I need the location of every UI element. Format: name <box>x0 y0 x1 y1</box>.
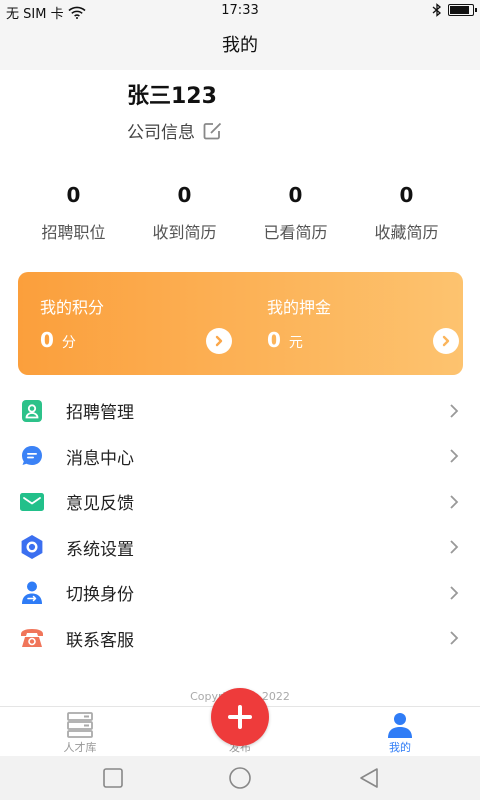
stat-value: 0 <box>177 183 192 207</box>
stat-label: 已看简历 <box>263 223 328 242</box>
menu-label: 意见反馈 <box>66 494 134 515</box>
recruit-icon <box>19 398 45 424</box>
tab-label: 人才库 <box>63 741 97 754</box>
chevron-right-icon <box>442 335 450 347</box>
deposit-unit: 元 <box>288 335 303 351</box>
profile-name: 张三123 <box>127 84 217 109</box>
user-icon <box>388 713 412 738</box>
system-nav-bar <box>0 756 480 800</box>
points-arrow-button[interactable] <box>206 328 232 354</box>
stat-label: 收藏简历 <box>374 223 439 242</box>
menu-item-switch-identity[interactable]: 切换身份 <box>0 570 480 616</box>
deposit-section[interactable]: 我的押金 0元 <box>245 272 467 375</box>
stat-value: 0 <box>66 183 81 207</box>
chevron-right-icon <box>450 540 459 554</box>
phone-icon <box>19 625 45 651</box>
menu-item-feedback[interactable]: 意见反馈 <box>0 479 480 525</box>
status-bar: 无 SIM 卡 17:33 <box>0 0 480 24</box>
switch-user-icon <box>19 580 45 606</box>
tab-mine[interactable]: 我的 <box>340 707 460 757</box>
home-icon[interactable] <box>228 766 252 790</box>
back-icon[interactable] <box>357 766 381 790</box>
menu-label: 切换身份 <box>66 585 134 606</box>
menu-item-message-center[interactable]: 消息中心 <box>0 434 480 480</box>
points-amount: 0分 <box>40 328 76 352</box>
plus-icon <box>228 705 252 729</box>
tab-label: 我的 <box>389 741 411 754</box>
wallet-card: 我的积分 0分 我的押金 0元 <box>18 272 463 375</box>
page-title: 我的 <box>0 24 480 70</box>
stat-label: 收到简历 <box>152 223 217 242</box>
battery-icon <box>448 4 477 16</box>
bluetooth-icon <box>432 3 442 17</box>
tab-talent-pool[interactable]: 人才库 <box>20 707 140 757</box>
stat-favorited-resumes[interactable]: 0 收藏简历 <box>351 180 462 243</box>
chevron-right-icon <box>215 335 223 347</box>
points-value: 0 <box>40 328 54 352</box>
menu-label: 消息中心 <box>66 448 134 469</box>
menu-label: 招聘管理 <box>66 403 134 424</box>
deposit-title: 我的押金 <box>267 298 332 317</box>
chevron-right-icon <box>450 631 459 645</box>
menu-item-customer-service[interactable]: 联系客服 <box>0 616 480 662</box>
chevron-right-icon <box>450 449 459 463</box>
chevron-right-icon <box>450 495 459 509</box>
points-title: 我的积分 <box>40 298 105 317</box>
deposit-amount: 0元 <box>267 328 303 352</box>
deposit-value: 0 <box>267 328 281 352</box>
publish-button[interactable] <box>211 688 269 746</box>
talent-pool-icon <box>67 712 93 738</box>
stat-viewed-resumes[interactable]: 0 已看简历 <box>240 180 351 243</box>
chevron-right-icon <box>450 404 459 418</box>
stat-received-resumes[interactable]: 0 收到简历 <box>129 180 240 243</box>
menu-item-recruit-management[interactable]: 招聘管理 <box>0 388 480 434</box>
chevron-right-icon <box>450 586 459 600</box>
status-right <box>432 3 477 17</box>
menu-item-system-settings[interactable]: 系统设置 <box>0 525 480 571</box>
points-section[interactable]: 我的积分 0分 <box>18 272 240 375</box>
menu-label: 系统设置 <box>66 539 134 560</box>
stat-label: 招聘职位 <box>41 223 106 242</box>
company-info-label: 公司信息 <box>127 123 195 143</box>
recents-icon[interactable] <box>101 766 125 790</box>
stat-value: 0 <box>288 183 303 207</box>
stat-recruiting-jobs[interactable]: 0 招聘职位 <box>18 180 129 243</box>
message-icon <box>19 443 45 469</box>
menu-label: 联系客服 <box>66 630 134 651</box>
stat-value: 0 <box>399 183 414 207</box>
battery-fill <box>450 6 469 14</box>
status-time: 17:33 <box>221 3 259 18</box>
mail-icon <box>19 489 45 515</box>
settings-icon <box>19 534 45 560</box>
stats-row: 0 招聘职位 0 收到简历 0 已看简历 0 收藏简历 <box>18 180 462 243</box>
points-unit: 分 <box>61 335 76 351</box>
company-info-link[interactable]: 公司信息 <box>127 118 223 143</box>
menu-list: 招聘管理 消息中心 意见反馈 系统设置 切换身份 联系客服 <box>0 388 480 661</box>
deposit-arrow-button[interactable] <box>433 328 459 354</box>
edit-icon <box>203 122 222 139</box>
